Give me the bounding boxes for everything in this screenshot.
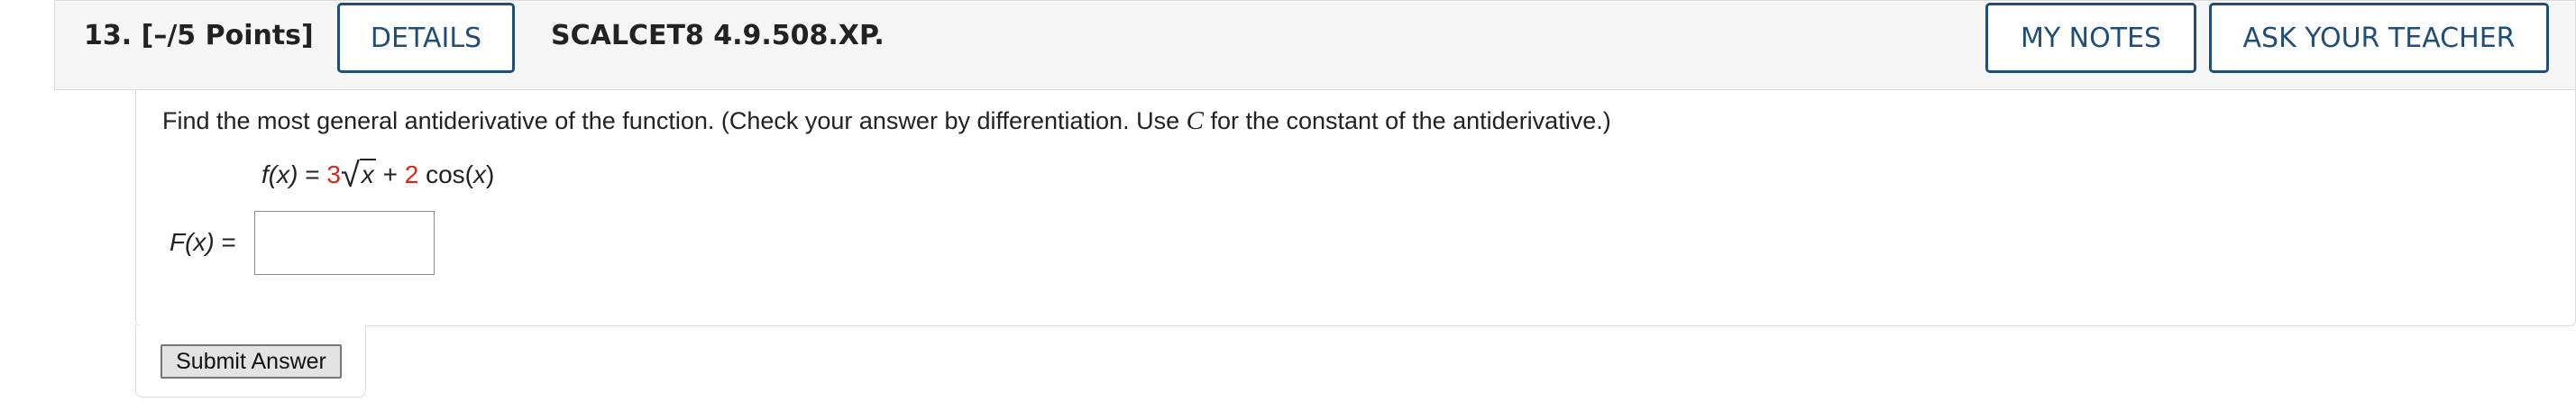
points-label: [–/5 Points]: [141, 20, 314, 51]
question-number: 13.: [84, 20, 133, 51]
question-number-points: 13. [–/5 Points]: [84, 20, 314, 51]
coefficient-3: 3: [326, 160, 341, 188]
answer-label: F(x) =: [170, 228, 236, 256]
question-code: SCALCET8 4.9.508.XP.: [551, 20, 885, 51]
my-notes-button[interactable]: MY NOTES: [1985, 3, 2196, 73]
constant-symbol: C: [1186, 106, 1204, 135]
sqrt-icon: √: [340, 157, 360, 195]
question-instructions: Find the most general antiderivative of …: [162, 106, 1611, 135]
details-button[interactable]: DETAILS: [337, 3, 515, 73]
coefficient-2: 2: [404, 160, 419, 188]
antiderivative-input[interactable]: [254, 211, 435, 275]
function-formula: f(x) = 3√x + 2 cos(x): [261, 157, 495, 195]
ask-your-teacher-button[interactable]: ASK YOUR TEACHER: [2209, 3, 2549, 73]
submit-answer-button[interactable]: Submit Answer: [160, 344, 342, 379]
